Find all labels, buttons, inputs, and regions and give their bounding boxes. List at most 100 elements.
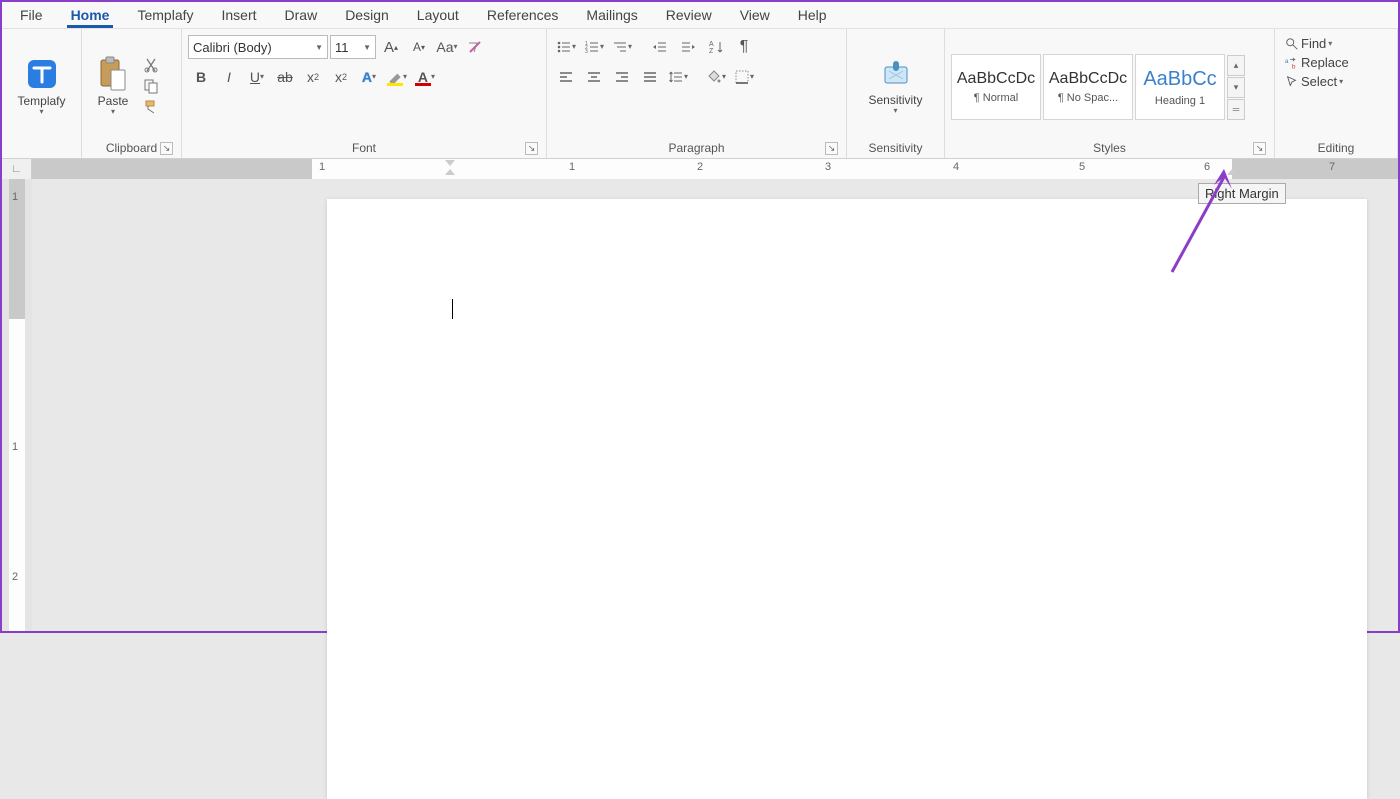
caret-icon: ▾ <box>893 106 897 115</box>
numbering-button[interactable]: 123▾ <box>581 35 607 59</box>
justify-button[interactable] <box>637 65 663 89</box>
decrease-indent-button[interactable] <box>647 35 673 59</box>
sensitivity-icon <box>879 57 913 91</box>
menu-templafy[interactable]: Templafy <box>123 4 207 26</box>
ruler-number: 1 <box>319 161 325 173</box>
show-paragraph-marks-button[interactable]: ¶ <box>731 35 757 59</box>
italic-button[interactable]: I <box>216 65 242 89</box>
caret-icon: ▾ <box>111 107 115 116</box>
superscript-button[interactable]: x2 <box>328 65 354 89</box>
find-button[interactable]: Find▾ <box>1281 35 1336 52</box>
paste-label: Paste <box>98 94 129 108</box>
replace-button[interactable]: abReplace <box>1281 54 1353 71</box>
align-left-button[interactable] <box>553 65 579 89</box>
document-page[interactable] <box>327 199 1367 799</box>
font-launcher[interactable]: ↘ <box>525 142 538 155</box>
group-editing: Find▾ abReplace Select▾ Editing <box>1275 29 1398 158</box>
replace-label: Replace <box>1301 55 1349 70</box>
paste-button[interactable]: Paste ▾ <box>88 54 138 118</box>
styles-launcher[interactable]: ↘ <box>1253 142 1266 155</box>
ruler-number: 7 <box>1329 161 1335 173</box>
right-indent-marker[interactable] <box>1227 169 1237 175</box>
line-spacing-button[interactable]: ▾ <box>665 65 691 89</box>
font-family-select[interactable]: Calibri (Body)▼ <box>188 35 328 59</box>
tab-selector[interactable]: ∟ <box>2 159 32 179</box>
menu-review[interactable]: Review <box>652 4 726 26</box>
subscript-button[interactable]: x2 <box>300 65 326 89</box>
cut-button[interactable] <box>142 56 160 74</box>
paragraph-launcher[interactable]: ↘ <box>825 142 838 155</box>
menu-view[interactable]: View <box>726 4 784 26</box>
clear-formatting-button[interactable] <box>462 35 488 59</box>
sort-button[interactable]: AZ <box>703 35 729 59</box>
select-button[interactable]: Select▾ <box>1281 73 1347 90</box>
sensitivity-button[interactable]: Sensitivity ▾ <box>862 55 928 117</box>
menu-file[interactable]: File <box>6 4 57 26</box>
borders-button[interactable]: ▾ <box>731 65 757 89</box>
styles-expand[interactable]: ＝ <box>1227 99 1245 120</box>
change-case-button[interactable]: Aa▾ <box>434 35 460 59</box>
align-center-button[interactable] <box>581 65 607 89</box>
replace-icon: ab <box>1285 56 1299 70</box>
svg-text:b: b <box>1292 63 1296 70</box>
font-color-button[interactable]: A▾ <box>412 65 438 89</box>
group-templafy: Templafy ▾ <box>2 29 82 158</box>
styles-group-label: Styles↘ <box>951 139 1268 158</box>
hanging-indent-marker[interactable] <box>445 169 455 175</box>
grow-font-button[interactable]: A▴ <box>378 35 404 59</box>
menu-mailings[interactable]: Mailings <box>572 4 651 26</box>
ruler-number: 4 <box>953 161 959 173</box>
align-right-button[interactable] <box>609 65 635 89</box>
font-size-select[interactable]: 11▼ <box>330 35 376 59</box>
style-preview: AaBbCcDc <box>1049 70 1127 88</box>
multilevel-list-button[interactable]: ▾ <box>609 35 635 59</box>
templafy-label: Templafy <box>17 94 65 108</box>
shrink-font-button[interactable]: A▾ <box>406 35 432 59</box>
bullets-button[interactable]: ▾ <box>553 35 579 59</box>
menu-home[interactable]: Home <box>57 4 124 26</box>
svg-text:Z: Z <box>709 48 714 55</box>
increase-indent-button[interactable] <box>675 35 701 59</box>
menu-help[interactable]: Help <box>784 4 841 26</box>
menu-bar: File Home Templafy Insert Draw Design La… <box>2 2 1398 29</box>
ruler-number: 1 <box>569 161 575 173</box>
vertical-ruler[interactable]: 1 1 2 <box>2 179 32 631</box>
horizontal-ruler[interactable]: ∟ 1 1 2 3 4 5 6 7 <box>2 159 1398 179</box>
highlight-button[interactable]: ▾ <box>384 65 410 89</box>
templafy-button[interactable]: Templafy ▾ <box>11 54 71 118</box>
styles-scroll-up[interactable]: ▴ <box>1227 55 1245 76</box>
group-sensitivity: Sensitivity ▾ Sensitivity <box>847 29 945 158</box>
caret-icon: ▾ <box>39 107 43 116</box>
clipboard-launcher[interactable]: ↘ <box>160 142 173 155</box>
strikethrough-button[interactable]: ab <box>272 65 298 89</box>
sensitivity-label: Sensitivity <box>868 93 922 107</box>
ruler-number: 2 <box>12 571 18 583</box>
style-normal[interactable]: AaBbCcDc ¶ Normal <box>951 54 1041 120</box>
text-effects-button[interactable]: A▾ <box>356 65 382 89</box>
menu-draw[interactable]: Draw <box>271 4 332 26</box>
bold-button[interactable]: B <box>188 65 214 89</box>
first-line-indent-marker[interactable] <box>445 160 455 166</box>
svg-text:a: a <box>1285 58 1289 65</box>
underline-button[interactable]: U▾ <box>244 65 270 89</box>
font-group-label: Font↘ <box>188 139 540 158</box>
ruler-number: 5 <box>1079 161 1085 173</box>
group-clipboard: Paste ▾ Clipboard↘ <box>82 29 182 158</box>
cursor-icon <box>1285 75 1299 89</box>
style-heading-1[interactable]: AaBbCc Heading 1 <box>1135 54 1225 120</box>
menu-layout[interactable]: Layout <box>403 4 473 26</box>
menu-insert[interactable]: Insert <box>208 4 271 26</box>
shading-button[interactable]: ▾ <box>703 65 729 89</box>
menu-design[interactable]: Design <box>331 4 403 26</box>
ruler-number: 2 <box>697 161 703 173</box>
ribbon: Templafy ▾ Paste ▾ Clipboard↘ Calibri (B <box>2 29 1398 159</box>
right-margin-tooltip: Right Margin <box>1198 183 1286 204</box>
copy-button[interactable] <box>142 77 160 95</box>
svg-text:A: A <box>709 41 714 48</box>
format-painter-button[interactable] <box>142 98 160 116</box>
menu-references[interactable]: References <box>473 4 573 26</box>
styles-scroll-down[interactable]: ▾ <box>1227 77 1245 98</box>
style-preview: AaBbCc <box>1143 68 1216 91</box>
style-no-spacing[interactable]: AaBbCcDc ¶ No Spac... <box>1043 54 1133 120</box>
select-label: Select <box>1301 74 1337 89</box>
